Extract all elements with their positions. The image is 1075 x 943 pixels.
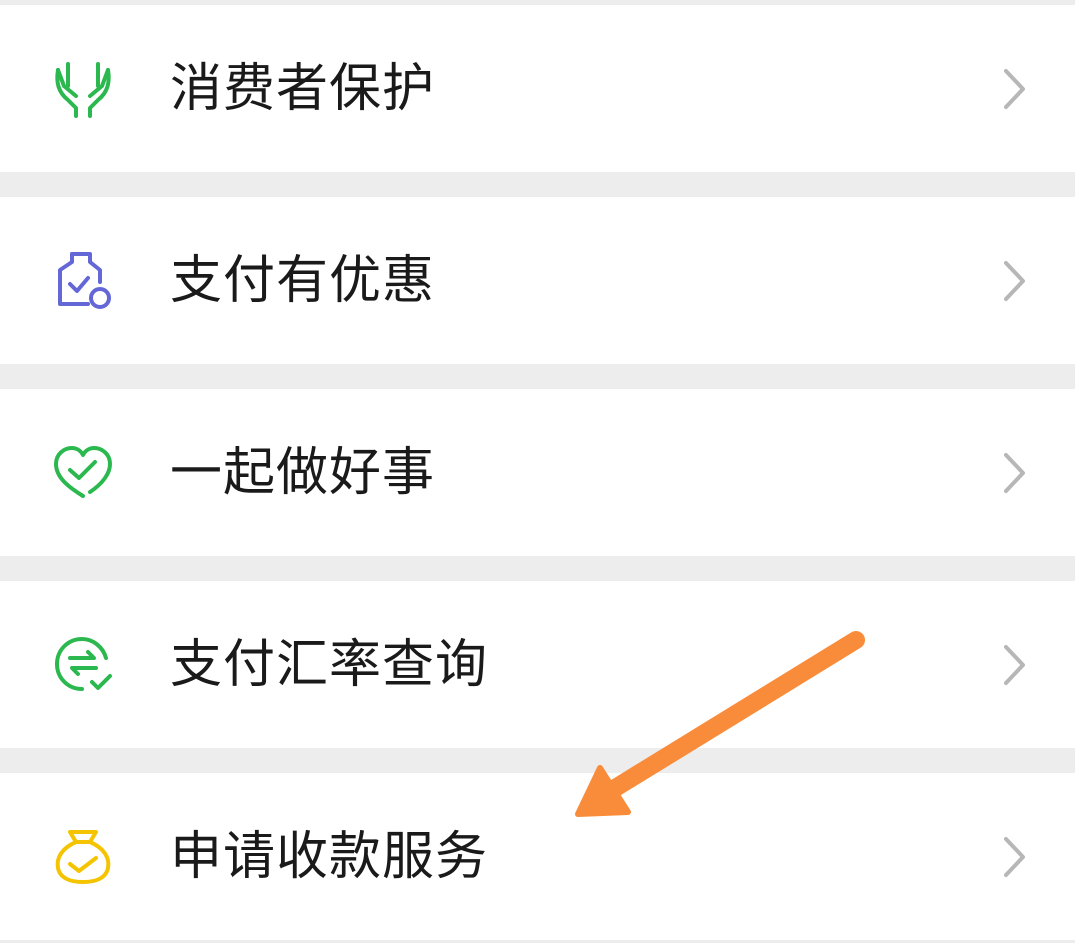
chevron-right-icon [1004, 452, 1025, 493]
exchange-rate-icon [50, 632, 116, 698]
menu-item-payment-discount[interactable]: 支付有优惠 [0, 197, 1075, 364]
heart-check-icon [50, 440, 116, 506]
menu-item-label: 申请收款服务 [170, 826, 489, 887]
chevron-right-icon [1004, 836, 1025, 877]
menu-item-label: 一起做好事 [170, 442, 436, 503]
menu-item-consumer-protection[interactable]: 消费者保护 [0, 5, 1075, 172]
chevron-right-icon [1004, 68, 1025, 109]
menu-item-exchange-rate-query[interactable]: 支付汇率查询 [0, 581, 1075, 748]
hands-protect-icon [50, 56, 116, 122]
chevron-right-icon [1004, 644, 1025, 685]
discount-clipboard-icon [50, 248, 116, 314]
menu-item-apply-collection-service[interactable]: 申请收款服务 [0, 773, 1075, 940]
menu-item-label: 支付汇率查询 [170, 634, 489, 695]
chevron-right-icon [1004, 260, 1025, 301]
menu-item-do-good-together[interactable]: 一起做好事 [0, 389, 1075, 556]
menu-item-label: 支付有优惠 [170, 250, 436, 311]
menu-item-label: 消费者保护 [170, 58, 436, 119]
wechat-pay-menu: 消费者保护 支付有优惠 一起做好事 支付汇率查询 申请收款服务 [0, 0, 1075, 943]
money-bag-icon [50, 824, 116, 890]
